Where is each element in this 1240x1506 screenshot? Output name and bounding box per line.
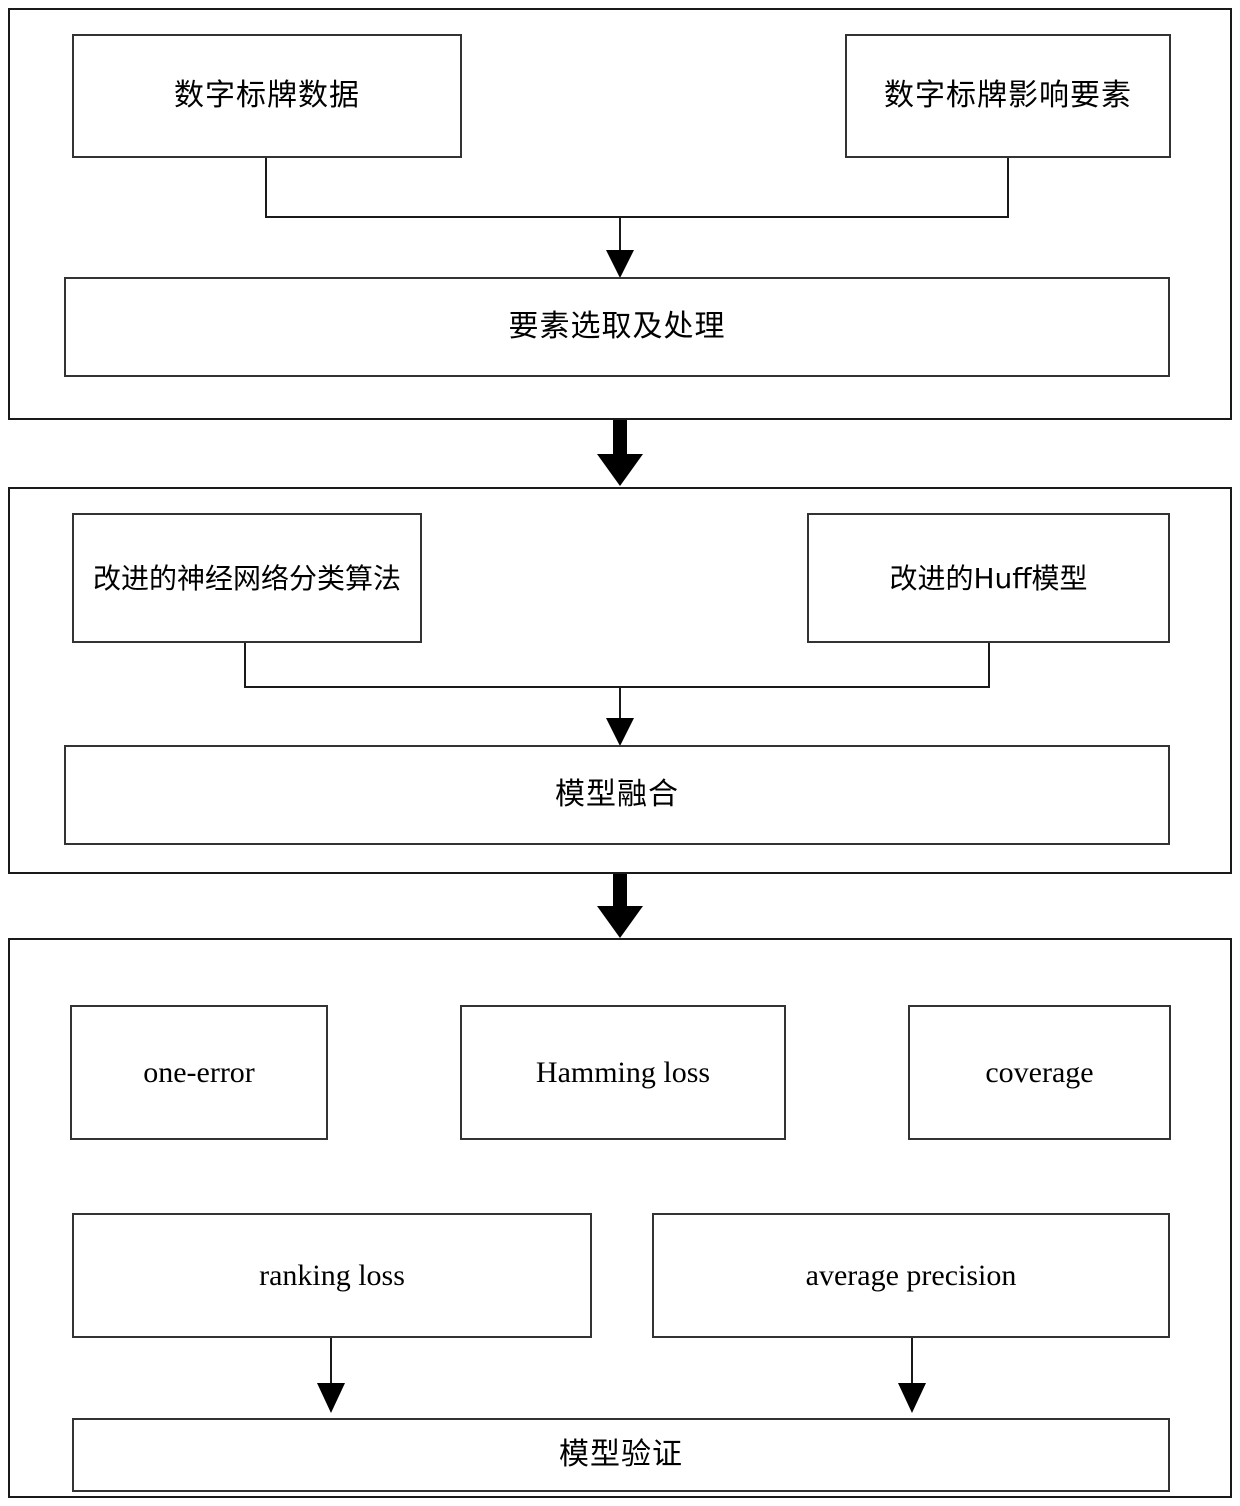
arrow-section1-to-section2 <box>597 420 643 486</box>
node-factor-selection-label: 要素选取及处理 <box>508 309 726 345</box>
node-signage-data-label: 数字标牌数据 <box>174 78 360 114</box>
arrowhead-average-precision-to-validation <box>898 1383 926 1413</box>
node-model-fusion: 模型融合 <box>64 745 1170 845</box>
connector-signage-data-drop <box>265 158 267 217</box>
connector-huff-drop <box>988 643 990 687</box>
arrowhead-ranking-loss-to-validation <box>317 1383 345 1413</box>
connector-average-precision-drop <box>911 1338 913 1386</box>
node-coverage: coverage <box>908 1005 1171 1140</box>
node-improved-nn-classifier: 改进的神经网络分类算法 <box>72 513 422 643</box>
node-hamming-loss: Hamming loss <box>460 1005 786 1140</box>
node-hamming-loss-label: Hamming loss <box>535 1055 711 1089</box>
node-average-precision-label: average precision <box>805 1258 1017 1292</box>
node-average-precision: average precision <box>652 1213 1170 1338</box>
connector-merge-bar-1 <box>265 216 1009 218</box>
arrowhead-to-model-fusion <box>606 718 634 746</box>
node-improved-huff-model: 改进的Huff模型 <box>807 513 1170 643</box>
node-signage-factors-label: 数字标牌影响要素 <box>884 78 1132 114</box>
connector-merge-bar-2 <box>244 686 990 688</box>
node-one-error-label: one-error <box>143 1055 255 1089</box>
node-model-validation-label: 模型验证 <box>559 1437 683 1473</box>
node-model-validation: 模型验证 <box>72 1418 1170 1492</box>
arrowhead-to-factor-selection <box>606 250 634 278</box>
node-factor-selection: 要素选取及处理 <box>64 277 1170 377</box>
arrow-section2-to-section3 <box>597 874 643 938</box>
node-ranking-loss: ranking loss <box>72 1213 592 1338</box>
flowchart-canvas: 数字标牌数据 数字标牌影响要素 要素选取及处理 改进的神经网络分类算法 改进的H… <box>0 0 1240 1506</box>
node-improved-nn-classifier-label: 改进的神经网络分类算法 <box>92 561 401 595</box>
connector-signage-factors-drop <box>1007 158 1009 217</box>
connector-nn-drop <box>244 643 246 687</box>
node-model-fusion-label: 模型融合 <box>555 777 679 813</box>
node-ranking-loss-label: ranking loss <box>259 1258 405 1292</box>
connector-ranking-loss-drop <box>330 1338 332 1386</box>
node-coverage-label: coverage <box>985 1055 1094 1089</box>
node-one-error: one-error <box>70 1005 328 1140</box>
node-improved-huff-model-label: 改进的Huff模型 <box>889 561 1088 595</box>
node-signage-factors: 数字标牌影响要素 <box>845 34 1171 158</box>
node-signage-data: 数字标牌数据 <box>72 34 462 158</box>
